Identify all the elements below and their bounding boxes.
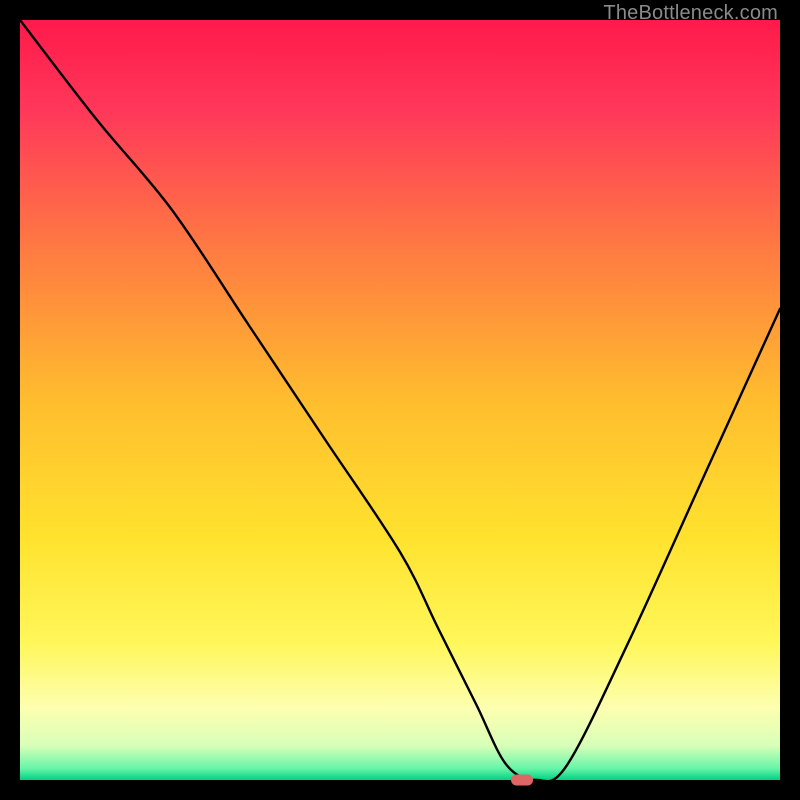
optimum-marker [511,775,533,786]
watermark-text: TheBottleneck.com [603,2,778,25]
plot-area [20,20,780,780]
chart-frame: TheBottleneck.com [0,0,800,800]
bottleneck-curve [20,20,780,780]
